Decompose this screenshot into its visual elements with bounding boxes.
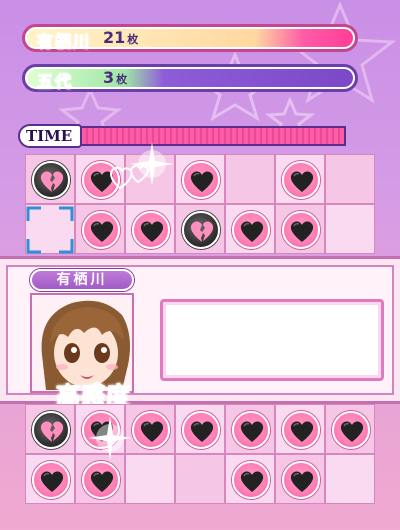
heart-token-icon xyxy=(232,411,270,449)
heart-token-icon xyxy=(282,161,320,199)
message-box xyxy=(160,299,384,381)
board-cell[interactable] xyxy=(75,204,125,254)
board-cell[interactable] xyxy=(275,204,325,254)
heart-token-icon xyxy=(132,411,170,449)
board-cell[interactable] xyxy=(325,154,375,204)
broken-heart-token-icon xyxy=(32,411,70,449)
board-bottom xyxy=(25,404,377,504)
heart-token-icon xyxy=(282,411,320,449)
heart-token-icon xyxy=(232,211,270,249)
board-cell[interactable] xyxy=(175,204,225,254)
board-cell[interactable] xyxy=(175,454,225,504)
heart-token-icon xyxy=(182,161,220,199)
player1-count: 21 枚 xyxy=(103,28,139,47)
speaker-name-tag: 有栖川 xyxy=(30,269,134,291)
board-cell[interactable] xyxy=(175,404,225,454)
board-cell[interactable] xyxy=(325,454,375,504)
heart-token-icon xyxy=(82,461,120,499)
heart-token-icon xyxy=(82,211,120,249)
time-bar-fill xyxy=(80,126,346,146)
board-cell[interactable] xyxy=(325,404,375,454)
heart-token-icon xyxy=(182,411,220,449)
board-cell[interactable] xyxy=(275,404,325,454)
board-cell[interactable] xyxy=(175,154,225,204)
board-cell[interactable] xyxy=(225,454,275,504)
broken-heart-token-icon xyxy=(182,211,220,249)
player2-bar-fill xyxy=(27,69,353,87)
board-cell[interactable] xyxy=(25,454,75,504)
board-cell[interactable] xyxy=(325,204,375,254)
heart-token-icon xyxy=(282,461,320,499)
player2-score-bar: 五代 3枚 xyxy=(22,64,358,92)
sparkle-icon xyxy=(88,416,132,460)
board-cell[interactable] xyxy=(25,404,75,454)
heart-token-icon xyxy=(32,461,70,499)
heart-token-icon xyxy=(132,211,170,249)
double-heart-outline-icon xyxy=(110,164,149,190)
board-cell[interactable] xyxy=(125,204,175,254)
player1-score-bar: 有栖川 21 枚 xyxy=(22,24,358,52)
board-cell[interactable] xyxy=(275,454,325,504)
board-cell[interactable] xyxy=(225,404,275,454)
board-cell[interactable] xyxy=(275,154,325,204)
player1-name: 有栖川 xyxy=(36,32,92,52)
board-top xyxy=(25,154,377,254)
player2-name: 五代 xyxy=(36,72,74,92)
broken-heart-token-icon xyxy=(32,161,70,199)
time-label: TIME xyxy=(18,124,82,148)
board-cell[interactable] xyxy=(25,154,75,204)
selection-cursor xyxy=(26,206,74,254)
heart-token-icon xyxy=(232,461,270,499)
board-cell[interactable] xyxy=(225,204,275,254)
heart-token-icon xyxy=(332,411,370,449)
time-gauge: TIME xyxy=(18,124,346,148)
board-cell[interactable] xyxy=(225,154,275,204)
player2-count: 3枚 xyxy=(103,68,128,87)
heart-token-icon xyxy=(282,211,320,249)
